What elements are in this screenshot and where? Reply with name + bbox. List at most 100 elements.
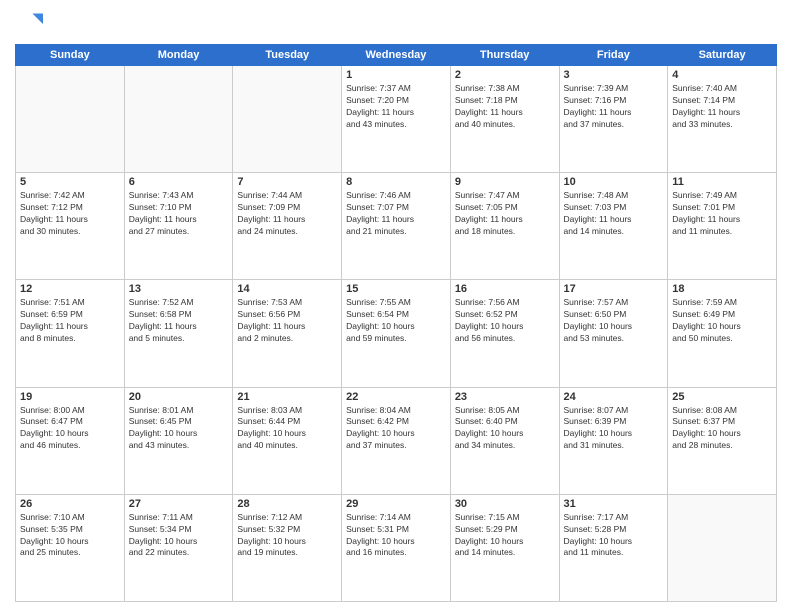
logo xyxy=(15,10,47,38)
day-info: Sunrise: 7:44 AM Sunset: 7:09 PM Dayligh… xyxy=(237,190,337,238)
day-info: Sunrise: 7:47 AM Sunset: 7:05 PM Dayligh… xyxy=(455,190,555,238)
header xyxy=(15,10,777,38)
day-number: 26 xyxy=(20,498,120,510)
calendar-cell xyxy=(233,66,342,173)
day-info: Sunrise: 7:10 AM Sunset: 5:35 PM Dayligh… xyxy=(20,512,120,560)
day-number: 25 xyxy=(672,391,772,403)
day-number: 2 xyxy=(455,69,555,81)
calendar-week-row: 1Sunrise: 7:37 AM Sunset: 7:20 PM Daylig… xyxy=(16,66,777,173)
day-number: 8 xyxy=(346,176,446,188)
day-info: Sunrise: 8:04 AM Sunset: 6:42 PM Dayligh… xyxy=(346,405,446,453)
day-info: Sunrise: 8:07 AM Sunset: 6:39 PM Dayligh… xyxy=(564,405,664,453)
calendar-cell: 10Sunrise: 7:48 AM Sunset: 7:03 PM Dayli… xyxy=(559,173,668,280)
day-info: Sunrise: 7:15 AM Sunset: 5:29 PM Dayligh… xyxy=(455,512,555,560)
day-info: Sunrise: 7:39 AM Sunset: 7:16 PM Dayligh… xyxy=(564,83,664,131)
calendar-cell: 22Sunrise: 8:04 AM Sunset: 6:42 PM Dayli… xyxy=(342,387,451,494)
calendar-cell: 29 Sunrise: 7:14 AM Sunset: 5:31 PM Dayli… xyxy=(342,494,451,601)
calendar-week-row: 5 Sunrise: 7:42 AM Sunset: 7:12 PM Daylig… xyxy=(16,173,777,280)
weekday-header: Wednesday xyxy=(342,45,451,66)
calendar-cell: 25 Sunrise: 8:08 AM Sunset: 6:37 PM Dayli… xyxy=(668,387,777,494)
calendar-cell: 5 Sunrise: 7:42 AM Sunset: 7:12 PM Daylig… xyxy=(16,173,125,280)
calendar-cell: 1Sunrise: 7:37 AM Sunset: 7:20 PM Daylig… xyxy=(342,66,451,173)
weekday-header: Monday xyxy=(124,45,233,66)
day-number: 17 xyxy=(564,283,664,295)
calendar-cell: 4Sunrise: 7:40 AM Sunset: 7:14 PM Daylig… xyxy=(668,66,777,173)
day-info: Sunrise: 7:14 AM Sunset: 5:31 PM Dayligh… xyxy=(346,512,446,560)
calendar-cell: 19 Sunrise: 8:00 AM Sunset: 6:47 PM Dayli… xyxy=(16,387,125,494)
day-number: 3 xyxy=(564,69,664,81)
day-info: Sunrise: 7:49 AM Sunset: 7:01 PM Dayligh… xyxy=(672,190,772,238)
day-number: 29 xyxy=(346,498,446,510)
day-number: 19 xyxy=(20,391,120,403)
weekday-header: Thursday xyxy=(450,45,559,66)
calendar-cell: 3 Sunrise: 7:39 AM Sunset: 7:16 PM Daylig… xyxy=(559,66,668,173)
day-number: 13 xyxy=(129,283,229,295)
day-number: 31 xyxy=(564,498,664,510)
calendar-body: 1Sunrise: 7:37 AM Sunset: 7:20 PM Daylig… xyxy=(16,66,777,602)
day-number: 5 xyxy=(20,176,120,188)
day-info: Sunrise: 7:38 AM Sunset: 7:18 PM Dayligh… xyxy=(455,83,555,131)
logo-icon xyxy=(15,10,43,38)
calendar-cell: 17 Sunrise: 7:57 AM Sunset: 6:50 PM Dayli… xyxy=(559,280,668,387)
day-number: 24 xyxy=(564,391,664,403)
calendar-cell: 13 Sunrise: 7:52 AM Sunset: 6:58 PM Dayli… xyxy=(124,280,233,387)
calendar-header: SundayMondayTuesdayWednesdayThursdayFrid… xyxy=(16,45,777,66)
calendar-cell: 20Sunrise: 8:01 AM Sunset: 6:45 PM Dayli… xyxy=(124,387,233,494)
calendar-cell: 9 Sunrise: 7:47 AM Sunset: 7:05 PM Daylig… xyxy=(450,173,559,280)
day-info: Sunrise: 7:59 AM Sunset: 6:49 PM Dayligh… xyxy=(672,297,772,345)
day-number: 6 xyxy=(129,176,229,188)
day-info: Sunrise: 8:01 AM Sunset: 6:45 PM Dayligh… xyxy=(129,405,229,453)
weekday-row: SundayMondayTuesdayWednesdayThursdayFrid… xyxy=(16,45,777,66)
day-number: 30 xyxy=(455,498,555,510)
calendar-cell xyxy=(668,494,777,601)
day-info: Sunrise: 8:00 AM Sunset: 6:47 PM Dayligh… xyxy=(20,405,120,453)
day-number: 16 xyxy=(455,283,555,295)
day-info: Sunrise: 7:12 AM Sunset: 5:32 PM Dayligh… xyxy=(237,512,337,560)
day-info: Sunrise: 8:03 AM Sunset: 6:44 PM Dayligh… xyxy=(237,405,337,453)
calendar-cell: 16 Sunrise: 7:56 AM Sunset: 6:52 PM Dayli… xyxy=(450,280,559,387)
day-info: Sunrise: 7:57 AM Sunset: 6:50 PM Dayligh… xyxy=(564,297,664,345)
day-info: Sunrise: 8:05 AM Sunset: 6:40 PM Dayligh… xyxy=(455,405,555,453)
calendar-cell: 23 Sunrise: 8:05 AM Sunset: 6:40 PM Dayli… xyxy=(450,387,559,494)
day-info: Sunrise: 8:08 AM Sunset: 6:37 PM Dayligh… xyxy=(672,405,772,453)
day-info: Sunrise: 7:51 AM Sunset: 6:59 PM Dayligh… xyxy=(20,297,120,345)
weekday-header: Saturday xyxy=(668,45,777,66)
day-number: 15 xyxy=(346,283,446,295)
calendar-cell: 28 Sunrise: 7:12 AM Sunset: 5:32 PM Dayli… xyxy=(233,494,342,601)
calendar-cell: 26 Sunrise: 7:10 AM Sunset: 5:35 PM Dayli… xyxy=(16,494,125,601)
day-info: Sunrise: 7:37 AM Sunset: 7:20 PM Dayligh… xyxy=(346,83,446,131)
day-number: 27 xyxy=(129,498,229,510)
day-number: 7 xyxy=(237,176,337,188)
day-info: Sunrise: 7:52 AM Sunset: 6:58 PM Dayligh… xyxy=(129,297,229,345)
calendar-cell: 31Sunrise: 7:17 AM Sunset: 5:28 PM Dayli… xyxy=(559,494,668,601)
day-number: 4 xyxy=(672,69,772,81)
day-number: 11 xyxy=(672,176,772,188)
calendar-cell: 2 Sunrise: 7:38 AM Sunset: 7:18 PM Daylig… xyxy=(450,66,559,173)
calendar-cell: 24 Sunrise: 8:07 AM Sunset: 6:39 PM Dayli… xyxy=(559,387,668,494)
day-info: Sunrise: 7:46 AM Sunset: 7:07 PM Dayligh… xyxy=(346,190,446,238)
day-info: Sunrise: 7:56 AM Sunset: 6:52 PM Dayligh… xyxy=(455,297,555,345)
calendar-cell xyxy=(124,66,233,173)
calendar-cell: 12 Sunrise: 7:51 AM Sunset: 6:59 PM Dayli… xyxy=(16,280,125,387)
day-number: 28 xyxy=(237,498,337,510)
calendar-cell: 18Sunrise: 7:59 AM Sunset: 6:49 PM Dayli… xyxy=(668,280,777,387)
day-info: Sunrise: 7:43 AM Sunset: 7:10 PM Dayligh… xyxy=(129,190,229,238)
day-number: 14 xyxy=(237,283,337,295)
calendar-cell: 7 Sunrise: 7:44 AM Sunset: 7:09 PM Daylig… xyxy=(233,173,342,280)
day-info: Sunrise: 7:42 AM Sunset: 7:12 PM Dayligh… xyxy=(20,190,120,238)
calendar-week-row: 26 Sunrise: 7:10 AM Sunset: 5:35 PM Dayli… xyxy=(16,494,777,601)
day-info: Sunrise: 7:48 AM Sunset: 7:03 PM Dayligh… xyxy=(564,190,664,238)
weekday-header: Friday xyxy=(559,45,668,66)
calendar-week-row: 19 Sunrise: 8:00 AM Sunset: 6:47 PM Dayli… xyxy=(16,387,777,494)
day-info: Sunrise: 7:11 AM Sunset: 5:34 PM Dayligh… xyxy=(129,512,229,560)
day-number: 23 xyxy=(455,391,555,403)
calendar-cell: 30 Sunrise: 7:15 AM Sunset: 5:29 PM Dayli… xyxy=(450,494,559,601)
calendar-cell: 8 Sunrise: 7:46 AM Sunset: 7:07 PM Daylig… xyxy=(342,173,451,280)
calendar-cell xyxy=(16,66,125,173)
calendar-cell: 14 Sunrise: 7:53 AM Sunset: 6:56 PM Dayli… xyxy=(233,280,342,387)
calendar-table: SundayMondayTuesdayWednesdayThursdayFrid… xyxy=(15,44,777,602)
calendar-cell: 11 Sunrise: 7:49 AM Sunset: 7:01 PM Dayli… xyxy=(668,173,777,280)
day-number: 12 xyxy=(20,283,120,295)
day-info: Sunrise: 7:53 AM Sunset: 6:56 PM Dayligh… xyxy=(237,297,337,345)
day-number: 9 xyxy=(455,176,555,188)
